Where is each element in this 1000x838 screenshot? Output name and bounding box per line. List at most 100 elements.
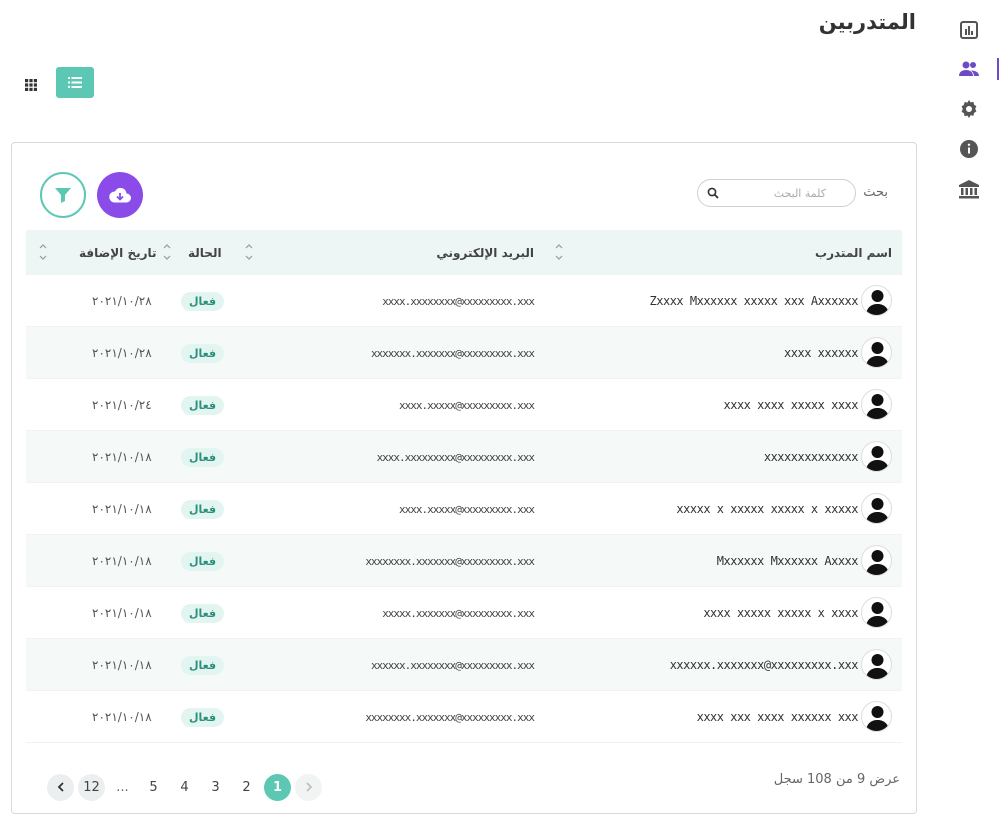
list-icon bbox=[68, 77, 82, 88]
trainees-card: بحث اسم المتدرب البريد الإلكتروني الحالة… bbox=[11, 142, 917, 814]
trainee-email: xxxx.xxxxxxxx@xxxxxxxxx.xxx bbox=[382, 294, 535, 308]
bank-icon[interactable] bbox=[958, 178, 980, 200]
trainee-email: xxxxxxx.xxxxxxx@xxxxxxxxx.xxx bbox=[370, 346, 535, 360]
page-button-12[interactable]: 12 bbox=[78, 773, 105, 801]
grid-icon bbox=[25, 79, 37, 91]
table-row[interactable]: xxxxxxxxxxxxxx xxxx.xxxxxxxxx@xxxxxxxxx.… bbox=[26, 431, 902, 483]
status-cell: فعال bbox=[181, 691, 225, 743]
status-badge: فعال bbox=[181, 499, 225, 519]
page-button-4[interactable]: 4 bbox=[171, 774, 198, 801]
column-header-date[interactable]: تاريخ الإضافة bbox=[79, 230, 157, 275]
column-header-email[interactable]: البريد الإلكتروني bbox=[436, 230, 534, 275]
table-row[interactable]: Mxxxxxx Mxxxxxx Axxxx xxxxxxxx.xxxxxxx@x… bbox=[26, 535, 902, 587]
trainee-email: xxxx.xxxxx@xxxxxxxxx.xxx bbox=[399, 502, 535, 516]
trainee-name[interactable]: xxxxx x xxxxx xxxxx x xxxxx bbox=[676, 483, 858, 535]
status-badge: فعال bbox=[181, 291, 225, 311]
date-added: ٢٠٢١/١٠/١٨ bbox=[92, 450, 152, 464]
download-button[interactable] bbox=[97, 172, 143, 218]
column-header-name[interactable]: اسم المتدرب bbox=[815, 230, 892, 275]
avatar bbox=[861, 285, 892, 316]
sort-icon[interactable] bbox=[554, 242, 564, 262]
grid-view-button[interactable] bbox=[22, 76, 40, 94]
table-header: اسم المتدرب البريد الإلكتروني الحالة تار… bbox=[26, 230, 902, 275]
table-row[interactable]: xxxxxx.xxxxxxx@xxxxxxxxx.xxx xxxxxx.xxxx… bbox=[26, 639, 902, 691]
trainee-name[interactable]: Mxxxxxx Mxxxxxx Axxxx bbox=[717, 535, 859, 587]
date-added: ٢٠٢١/١٠/١٨ bbox=[92, 502, 152, 516]
avatar bbox=[861, 597, 892, 628]
page-button-3[interactable]: 3 bbox=[202, 774, 229, 801]
sort-icon[interactable] bbox=[162, 242, 172, 262]
status-badge: فعال bbox=[181, 603, 225, 623]
users-icon[interactable] bbox=[958, 58, 980, 80]
trainee-email: xxxx.xxxxxxxxx@xxxxxxxxx.xxx bbox=[376, 450, 535, 464]
avatar bbox=[861, 389, 892, 420]
table-row[interactable]: xxxx xxx xxxx xxxxxx xxx xxxxxxxx.xxxxxx… bbox=[26, 691, 902, 743]
info-icon[interactable] bbox=[958, 138, 980, 160]
status-cell: فعال bbox=[181, 535, 225, 587]
status-cell: فعال bbox=[181, 431, 225, 483]
trainee-email: xxxxx.xxxxxxx@xxxxxxxxx.xxx bbox=[382, 606, 535, 620]
status-cell: فعال bbox=[181, 379, 225, 431]
avatar bbox=[861, 493, 892, 524]
date-added: ٢٠٢١/١٠/١٨ bbox=[92, 554, 152, 568]
trainee-name[interactable]: xxxxxx.xxxxxxx@xxxxxxxxx.xxx bbox=[670, 639, 859, 691]
trainee-email: xxxxxxxx.xxxxxxx@xxxxxxxxx.xxx bbox=[365, 554, 535, 568]
trainee-name[interactable]: xxxxxxxxxxxxxx bbox=[764, 431, 859, 483]
date-added: ٢٠٢١/١٠/٢٤ bbox=[92, 398, 152, 412]
status-badge: فعال bbox=[181, 447, 225, 467]
gear-icon[interactable] bbox=[958, 98, 980, 120]
avatar bbox=[861, 701, 892, 732]
status-badge: فعال bbox=[181, 655, 225, 675]
table-row[interactable]: xxxx xxxxx xxxxx x xxxx xxxxx.xxxxxxx@xx… bbox=[26, 587, 902, 639]
date-added: ٢٠٢١/١٠/٢٨ bbox=[92, 294, 152, 308]
trainee-email: xxxxxx.xxxxxxxx@xxxxxxxxx.xxx bbox=[370, 658, 535, 672]
search-icon bbox=[707, 187, 719, 199]
table-row[interactable]: Zxxxx Mxxxxxx xxxxx xxx Axxxxxx xxxx.xxx… bbox=[26, 275, 902, 327]
prev-page-button[interactable] bbox=[295, 773, 322, 801]
sort-icon[interactable] bbox=[244, 242, 254, 262]
trainee-email: xxxx.xxxxx@xxxxxxxxx.xxx bbox=[399, 398, 535, 412]
column-header-status[interactable]: الحالة bbox=[188, 230, 222, 275]
date-added: ٢٠٢١/١٠/٢٨ bbox=[92, 346, 152, 360]
avatar bbox=[861, 649, 892, 680]
reports-icon[interactable] bbox=[958, 19, 980, 41]
page-button-5[interactable]: 5 bbox=[140, 774, 167, 801]
trainee-name[interactable]: xxxx xxxxxx bbox=[784, 327, 858, 379]
trainee-name[interactable]: xxxx xxx xxxx xxxxxx xxx bbox=[697, 691, 859, 743]
status-cell: فعال bbox=[181, 327, 225, 379]
active-indicator bbox=[997, 58, 999, 80]
status-cell: فعال bbox=[181, 639, 225, 691]
status-badge: فعال bbox=[181, 707, 225, 727]
table-row[interactable]: xxxx xxxx xxxxx xxxx xxxx.xxxxx@xxxxxxxx… bbox=[26, 379, 902, 431]
record-count: عرض 9 من 108 سجل bbox=[773, 772, 900, 787]
list-view-button[interactable] bbox=[56, 67, 94, 98]
next-page-button[interactable] bbox=[47, 773, 74, 801]
trainees-table: اسم المتدرب البريد الإلكتروني الحالة تار… bbox=[26, 230, 902, 743]
trainee-name[interactable]: xxxx xxxx xxxxx xxxx bbox=[724, 379, 859, 431]
status-badge: فعال bbox=[181, 343, 225, 363]
avatar bbox=[861, 545, 892, 576]
table-row[interactable]: xxxxx x xxxxx xxxxx x xxxxx xxxx.xxxxx@x… bbox=[26, 483, 902, 535]
filter-icon bbox=[55, 188, 71, 203]
date-added: ٢٠٢١/١٠/١٨ bbox=[92, 710, 152, 724]
page-button-2[interactable]: 2 bbox=[233, 774, 260, 801]
chevron-right-icon bbox=[305, 782, 312, 792]
filter-button[interactable] bbox=[40, 172, 86, 218]
chevron-left-icon bbox=[57, 782, 64, 792]
sort-icon[interactable] bbox=[38, 242, 48, 262]
page-button-1[interactable]: 1 bbox=[264, 773, 291, 801]
status-badge: فعال bbox=[181, 395, 225, 415]
page-ellipsis: ... bbox=[116, 779, 129, 795]
sidebar bbox=[940, 0, 1000, 838]
trainee-name[interactable]: xxxx xxxxx xxxxx x xxxx bbox=[703, 587, 858, 639]
avatar bbox=[861, 441, 892, 472]
search-box bbox=[697, 179, 856, 207]
search-label: بحث bbox=[863, 185, 888, 200]
pagination: 12 ... 5 4 3 2 1 bbox=[47, 773, 326, 801]
trainee-name[interactable]: Zxxxx Mxxxxxx xxxxx xxx Axxxxxx bbox=[650, 275, 859, 327]
avatar bbox=[861, 337, 892, 368]
table-row[interactable]: xxxx xxxxxx xxxxxxx.xxxxxxx@xxxxxxxxx.xx… bbox=[26, 327, 902, 379]
trainee-email: xxxxxxxx.xxxxxxx@xxxxxxxxx.xxx bbox=[365, 710, 535, 724]
cloud-download-icon bbox=[109, 187, 131, 203]
date-added: ٢٠٢١/١٠/١٨ bbox=[92, 658, 152, 672]
